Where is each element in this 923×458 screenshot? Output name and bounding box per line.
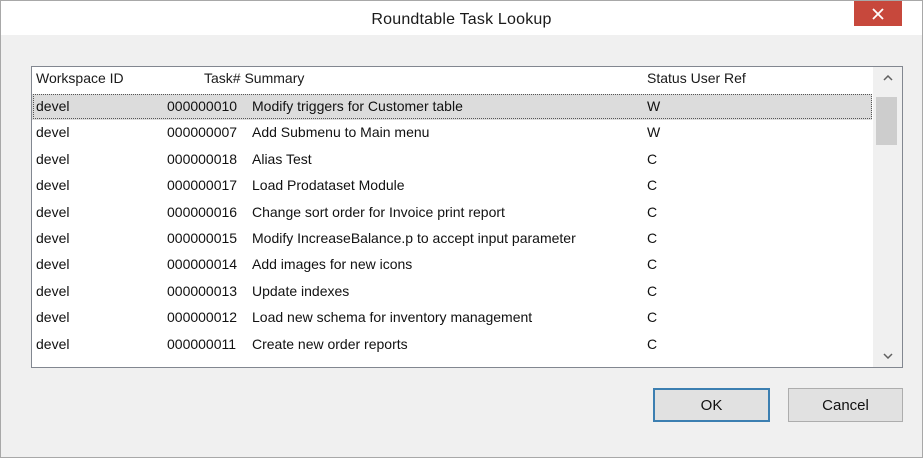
scroll-down-button[interactable]	[873, 345, 902, 367]
cell-workspace: devel	[36, 335, 70, 352]
cell-workspace: devel	[36, 124, 70, 141]
cell-summary: Load Prodataset Module	[252, 177, 405, 194]
close-icon	[872, 7, 884, 20]
cell-task: 000000016	[167, 203, 238, 220]
cell-status: C	[647, 203, 658, 220]
list-rows: devel 000000010 Modify triggers for Cust…	[32, 94, 872, 358]
cell-task: 000000013	[167, 282, 238, 299]
cell-status: C	[647, 256, 658, 273]
table-row[interactable]: devel 000000011 Create new order reports…	[32, 332, 872, 358]
cell-task: 000000015	[167, 229, 238, 246]
cell-task: 000000018	[167, 150, 238, 167]
cancel-button[interactable]: Cancel	[788, 388, 903, 422]
cell-summary: Add Submenu to Main menu	[252, 124, 430, 141]
cell-summary: Create new order reports	[252, 335, 408, 352]
cell-status: C	[647, 309, 658, 326]
cell-workspace: devel	[36, 150, 70, 167]
title-bar[interactable]: Roundtable Task Lookup	[1, 1, 922, 35]
cell-workspace: devel	[36, 177, 70, 194]
list-header: Workspace ID Task# Summary Status User R…	[32, 67, 872, 91]
table-row[interactable]: devel 000000007 Add Submenu to Main menu…	[32, 120, 872, 146]
window-title: Roundtable Task Lookup	[371, 11, 552, 28]
table-row[interactable]: devel 000000015 Modify IncreaseBalance.p…	[32, 226, 872, 252]
cell-status: W	[647, 98, 661, 114]
table-row[interactable]: devel 000000010 Modify triggers for Cust…	[32, 94, 872, 121]
cell-summary: Load new schema for inventory management	[252, 309, 533, 326]
table-row[interactable]: devel 000000016 Change sort order for In…	[32, 200, 872, 226]
table-row[interactable]: devel 000000018 Alias Test C	[32, 147, 872, 173]
dialog-window: Roundtable Task Lookup Workspace ID Task…	[0, 0, 923, 458]
scroll-up-button[interactable]	[873, 67, 902, 89]
cell-workspace: devel	[36, 256, 70, 273]
chevron-up-icon	[882, 75, 893, 81]
chevron-down-icon	[882, 353, 893, 359]
header-status-user-ref: Status User Ref	[647, 70, 746, 86]
vertical-scrollbar[interactable]	[873, 67, 902, 367]
cell-workspace: devel	[36, 229, 70, 246]
cell-workspace: devel	[36, 98, 70, 114]
cell-task: 000000017	[167, 177, 238, 194]
cell-task: 000000010	[167, 98, 238, 114]
cell-workspace: devel	[36, 309, 70, 326]
cell-summary: Change sort order for Invoice print repo…	[252, 203, 505, 220]
cell-task: 000000014	[167, 256, 238, 273]
cell-workspace: devel	[36, 282, 70, 299]
cell-task: 000000012	[167, 309, 238, 326]
header-task-summary: Task# Summary	[204, 70, 305, 86]
table-row[interactable]: devel 000000017 Load Prodataset Module C	[32, 173, 872, 199]
cell-status: C	[647, 177, 658, 194]
cell-summary: Alias Test	[252, 150, 312, 167]
scroll-thumb[interactable]	[876, 97, 897, 145]
close-button[interactable]	[854, 1, 902, 26]
cell-status: W	[647, 124, 661, 141]
table-row[interactable]: devel 000000012 Load new schema for inve…	[32, 305, 872, 331]
task-list[interactable]: Workspace ID Task# Summary Status User R…	[31, 66, 903, 368]
table-row[interactable]: devel 000000014 Add images for new icons…	[32, 252, 872, 278]
header-workspace-id: Workspace ID	[36, 70, 124, 86]
cell-status: C	[647, 229, 658, 246]
cell-status: C	[647, 282, 658, 299]
cell-summary: Add images for new icons	[252, 256, 413, 273]
cell-status: C	[647, 335, 658, 352]
cell-summary: Modify IncreaseBalance.p to accept input…	[252, 229, 576, 246]
cell-status: C	[647, 150, 658, 167]
cell-task: 000000007	[167, 124, 238, 141]
table-row[interactable]: devel 000000013 Update indexes C	[32, 279, 872, 305]
cell-task: 000000011	[167, 335, 237, 352]
ok-button[interactable]: OK	[653, 388, 770, 422]
cell-summary: Update indexes	[252, 282, 350, 299]
cell-summary: Modify triggers for Customer table	[252, 98, 463, 114]
cell-workspace: devel	[36, 203, 70, 220]
